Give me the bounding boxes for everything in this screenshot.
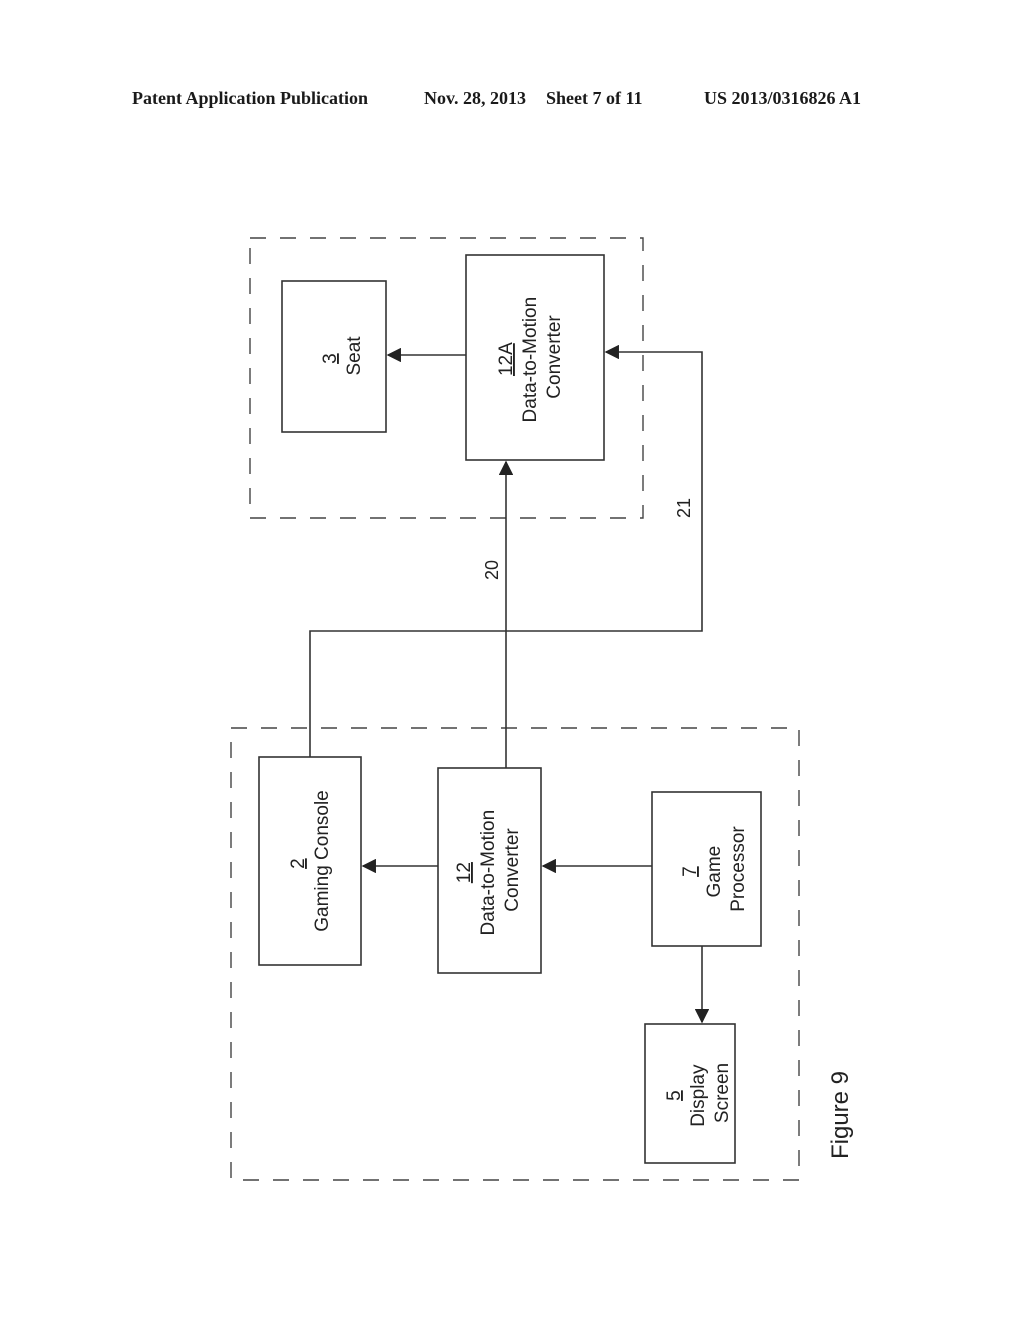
gaming-console-block: 2 Gaming Console: [258, 756, 362, 966]
game-processor-block: 7 Game Processor: [651, 791, 762, 947]
converter-12a-block: 12A Data-to-Motion Converter: [465, 254, 605, 461]
figure-caption: Figure 9: [827, 1071, 854, 1159]
seat-block: 3 Seat: [281, 280, 387, 433]
display-screen-block: 5 Display Screen: [644, 1023, 736, 1164]
connection-label-21: 21: [674, 498, 694, 518]
converter-12-block: 12 Data-to-Motion Converter: [437, 767, 542, 974]
figure-9-diagram: 3 Seat 12A Data-to-Motion Converter 2 Ga…: [230, 237, 854, 1181]
connection-label-20: 20: [482, 560, 502, 580]
